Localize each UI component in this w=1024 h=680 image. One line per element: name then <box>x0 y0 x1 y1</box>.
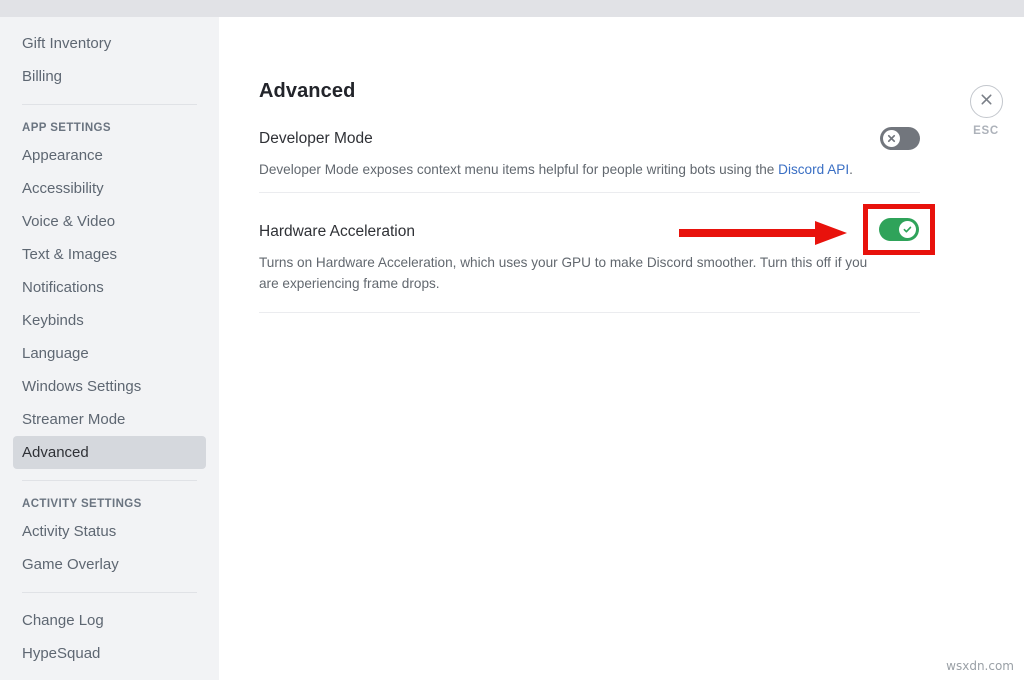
setting-label-developer-mode: Developer Mode <box>259 129 373 147</box>
section-divider-2 <box>259 312 920 313</box>
page-title: Advanced <box>259 80 356 102</box>
setting-description-developer-mode: Developer Mode exposes context menu item… <box>259 159 884 180</box>
close-settings-button[interactable]: ESC <box>958 85 1014 137</box>
sidebar-item-hypesquad[interactable]: HypeSquad <box>13 637 206 670</box>
description-text-part-2: . <box>849 162 853 177</box>
sidebar-item-change-log[interactable]: Change Log <box>13 604 206 637</box>
sidebar-item-notifications[interactable]: Notifications <box>13 271 206 304</box>
annotation-arrow-icon <box>679 219 849 252</box>
sidebar-divider-1 <box>22 104 197 105</box>
hardware-acceleration-toggle-wrapper <box>879 218 919 241</box>
settings-content-panel: Advanced Developer Mode Developer Mode e… <box>219 17 1024 680</box>
developer-mode-toggle[interactable] <box>880 127 920 150</box>
sidebar-item-voice-and-video[interactable]: Voice & Video <box>13 205 206 238</box>
discord-api-link[interactable]: Discord API <box>778 162 849 177</box>
sidebar-item-windows-settings[interactable]: Windows Settings <box>13 370 206 403</box>
watermark: wsxdn.com <box>946 659 1014 673</box>
sidebar-divider-2 <box>22 480 197 481</box>
sidebar-item-streamer-mode[interactable]: Streamer Mode <box>13 403 206 436</box>
sidebar-item-billing[interactable]: Billing <box>13 60 206 93</box>
setting-label-hardware-acceleration: Hardware Acceleration <box>259 222 415 240</box>
check-icon <box>902 224 913 235</box>
toggle-knob <box>883 130 900 147</box>
setting-description-hardware-acceleration: Turns on Hardware Acceleration, which us… <box>259 255 868 291</box>
sidebar-item-game-overlay[interactable]: Game Overlay <box>13 548 206 581</box>
setting-developer-mode: Developer Mode Developer Mode exposes co… <box>259 127 920 180</box>
sidebar-item-accessibility[interactable]: Accessibility <box>13 172 206 205</box>
sidebar-item-keybinds[interactable]: Keybinds <box>13 304 206 337</box>
sidebar-group-header-app-settings: APP SETTINGS <box>22 122 111 134</box>
window-title-bar <box>0 0 1024 17</box>
sidebar-item-activity-status[interactable]: Activity Status <box>13 515 206 548</box>
sidebar-divider-3 <box>22 592 197 593</box>
hardware-acceleration-toggle[interactable] <box>879 218 919 241</box>
close-icon <box>979 92 994 112</box>
settings-sidebar: Gift Inventory Billing APP SETTINGS Appe… <box>0 17 219 680</box>
sidebar-item-appearance[interactable]: Appearance <box>13 139 206 172</box>
description-text-part-1: Developer Mode exposes context menu item… <box>259 162 779 177</box>
close-button-label: ESC <box>973 125 999 137</box>
close-button-circle[interactable] <box>969 85 1003 118</box>
section-divider-1 <box>259 192 920 193</box>
sidebar-item-text-and-images[interactable]: Text & Images <box>13 238 206 271</box>
sidebar-item-language[interactable]: Language <box>13 337 206 370</box>
sidebar-item-gift-inventory[interactable]: Gift Inventory <box>13 27 206 60</box>
setting-row-developer-mode: Developer Mode <box>259 127 920 150</box>
toggle-knob <box>899 221 916 238</box>
sidebar-group-header-activity-settings: ACTIVITY SETTINGS <box>22 498 142 510</box>
close-icon <box>887 134 896 143</box>
sidebar-item-advanced[interactable]: Advanced <box>13 436 206 469</box>
